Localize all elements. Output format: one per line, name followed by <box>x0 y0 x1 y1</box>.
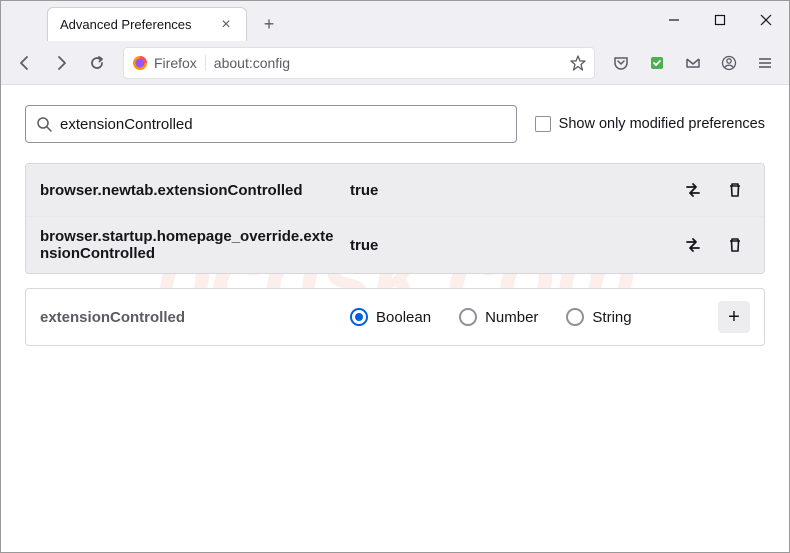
forward-button[interactable] <box>45 47 77 79</box>
radio-number[interactable]: Number <box>459 308 538 326</box>
new-tab-button[interactable]: + <box>255 10 283 38</box>
delete-button[interactable] <box>720 175 750 205</box>
back-button[interactable] <box>9 47 41 79</box>
navigation-toolbar: Firefox about:config <box>1 41 789 85</box>
delete-button[interactable] <box>720 230 750 260</box>
maximize-button[interactable] <box>697 1 743 39</box>
identity-label: Firefox <box>154 55 197 71</box>
radio-label: Number <box>485 309 538 326</box>
pref-actions <box>678 175 750 205</box>
pref-name: browser.newtab.extensionControlled <box>40 182 340 199</box>
tab-title: Advanced Preferences <box>60 17 210 32</box>
minimize-button[interactable] <box>651 1 697 39</box>
modified-only-checkbox[interactable]: Show only modified preferences <box>535 116 765 132</box>
browser-window: Advanced Preferences × + Firefox about:c… <box>0 0 790 553</box>
type-radio-group: Boolean Number String <box>350 308 708 326</box>
radio-icon <box>566 308 584 326</box>
firefox-logo-icon <box>132 55 148 71</box>
checkbox-icon <box>535 116 551 132</box>
toggle-button[interactable] <box>678 175 708 205</box>
search-input[interactable] <box>60 116 506 133</box>
radio-icon <box>459 308 477 326</box>
add-pref-row: extensionControlled Boolean Number Strin… <box>25 288 765 346</box>
toolbar-right <box>605 47 781 79</box>
reload-button[interactable] <box>81 47 113 79</box>
account-icon[interactable] <box>713 47 745 79</box>
checkbox-label: Show only modified preferences <box>559 116 765 132</box>
radio-label: String <box>592 309 631 326</box>
extension-icon[interactable] <box>641 47 673 79</box>
identity-box[interactable]: Firefox <box>132 55 206 71</box>
pocket-button[interactable] <box>605 47 637 79</box>
toggle-button[interactable] <box>678 230 708 260</box>
pref-row[interactable]: browser.startup.homepage_override.extens… <box>26 217 764 273</box>
bookmark-star-icon[interactable] <box>570 55 586 71</box>
close-tab-icon[interactable]: × <box>218 17 234 33</box>
inbox-icon[interactable] <box>677 47 709 79</box>
pref-name: browser.startup.homepage_override.extens… <box>40 228 340 262</box>
add-button[interactable]: + <box>718 301 750 333</box>
pref-value: true <box>350 237 668 254</box>
page-content: Show only modified preferences browser.n… <box>1 85 789 366</box>
pref-row[interactable]: browser.newtab.extensionControlled true <box>26 164 764 217</box>
radio-string[interactable]: String <box>566 308 631 326</box>
radio-label: Boolean <box>376 309 431 326</box>
pref-value: true <box>350 182 668 199</box>
window-controls <box>651 1 789 39</box>
preferences-table: browser.newtab.extensionControlled true … <box>25 163 765 274</box>
url-bar[interactable]: Firefox about:config <box>123 47 595 79</box>
search-icon <box>36 116 52 132</box>
url-text: about:config <box>214 55 562 71</box>
add-pref-name: extensionControlled <box>40 309 340 326</box>
radio-icon <box>350 308 368 326</box>
search-box[interactable] <box>25 105 517 143</box>
menu-button[interactable] <box>749 47 781 79</box>
close-window-button[interactable] <box>743 1 789 39</box>
radio-boolean[interactable]: Boolean <box>350 308 431 326</box>
pref-actions <box>678 230 750 260</box>
titlebar: Advanced Preferences × + <box>1 1 789 41</box>
browser-tab[interactable]: Advanced Preferences × <box>47 7 247 41</box>
search-row: Show only modified preferences <box>25 105 765 143</box>
